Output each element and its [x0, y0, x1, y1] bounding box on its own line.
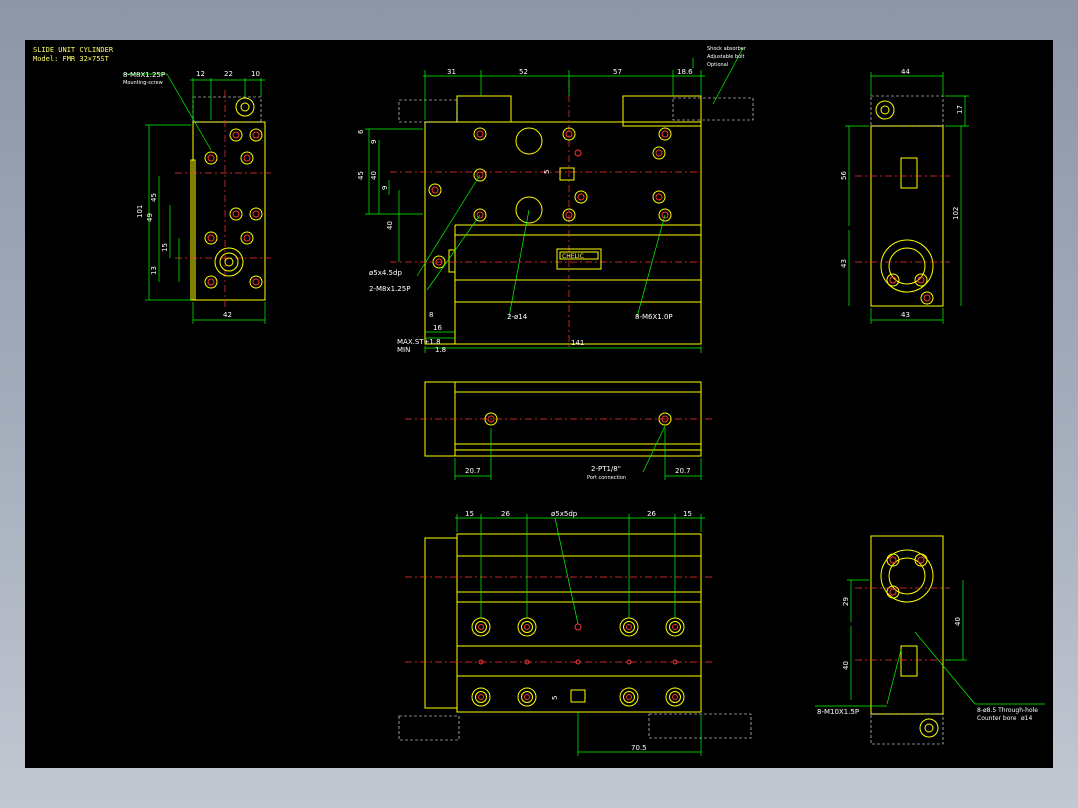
middle-view: [405, 381, 715, 480]
right-dim-44: 44: [901, 68, 910, 76]
middle-dim-left: 20.7: [465, 467, 481, 475]
front-legend-2: Adjustable bolt: [707, 54, 745, 60]
bottom-small-dim: 5: [551, 696, 559, 700]
middle-callout: 2-PT1/8": [591, 465, 621, 473]
left-side-view: [123, 73, 271, 324]
front-callout-2: 2-M8x1.25P: [369, 285, 410, 293]
front-min: MIN: [397, 346, 410, 354]
front-dim-8: 8: [429, 311, 433, 319]
front-dim-16: 16: [433, 324, 442, 332]
front-view: [365, 47, 754, 353]
right-side-view: [845, 72, 969, 324]
bottom-dim-26b: 26: [647, 510, 656, 518]
end-dim-29: 29: [842, 597, 850, 606]
end-dim-40a: 40: [842, 661, 850, 670]
left-dim-101: 101: [136, 205, 144, 218]
middle-view-labels: 20.7 20.7 2-PT1/8" Port connection: [465, 465, 691, 481]
front-dim-6: 6: [357, 129, 365, 134]
front-callout-3: 2-ø14: [507, 313, 528, 321]
front-dim-9b: 9: [381, 186, 389, 190]
front-legend-3: Optional: [707, 62, 728, 68]
end-view-labels: 29 40 40 8-M10X1.5P 8-ø8.5 Through-hole …: [817, 597, 1038, 722]
front-dim-31: 31: [447, 68, 456, 76]
front-dim-9: 9: [370, 140, 378, 144]
right-dim-102: 102: [952, 207, 960, 220]
left-callout-sub: Mounting-screw: [123, 80, 163, 86]
front-dim-141: 141: [571, 339, 584, 347]
front-dim-40a: 40: [370, 171, 378, 180]
front-min-value: 1.8: [435, 346, 446, 354]
left-dim-49: 49: [146, 213, 154, 222]
right-dim-56: 56: [840, 171, 848, 180]
left-dim-13: 13: [150, 266, 158, 275]
middle-callout-sub: Port connection: [587, 475, 626, 481]
front-dim-52: 52: [519, 68, 528, 76]
front-dim-45: 45: [357, 171, 365, 180]
cad-viewport[interactable]: SLIDE UNIT CYLINDER Model: FMR 32×75ST .…: [25, 40, 1053, 768]
bottom-dim-15a: 15: [465, 510, 474, 518]
front-dim-57: 57: [613, 68, 622, 76]
left-dim-45: 45: [150, 193, 158, 202]
bottom-view-labels: 15 26 26 15 ø5x5dp 5 70.5: [465, 510, 692, 752]
left-dim-bottom: 42: [223, 311, 232, 319]
front-callout-4: 8-M6X1.0P: [635, 313, 673, 321]
front-callout-1: ø5x4.5dp: [369, 269, 402, 277]
front-dim-40b: 40: [386, 221, 394, 230]
front-dim-18-6: 18.6: [677, 68, 693, 76]
left-dim-top-3: 10: [251, 70, 260, 78]
right-dim-43b: 43: [901, 311, 910, 319]
front-label-brand: CHELIC: [562, 253, 584, 260]
right-view-labels: 44 17 56 43 102 43: [840, 68, 964, 319]
cad-drawing: .o { stroke:#ffff00; stroke-width:1; fil…: [123, 46, 1045, 756]
right-dim-17: 17: [956, 105, 964, 114]
left-dim-15: 15: [161, 243, 169, 252]
bottom-dim-70-5: 70.5: [631, 744, 647, 752]
front-small-dim: 5: [543, 170, 551, 174]
end-dim-40b: 40: [954, 617, 962, 626]
front-view-labels: 31 52 57 18.6 6 9 45 40 9 40 8 16 141 MA…: [357, 46, 747, 354]
end-counter-bore: ø14: [1021, 715, 1032, 722]
right-dim-43a: 43: [840, 259, 848, 268]
end-callout-2: 8-ø8.5 Through-hole: [977, 707, 1038, 714]
left-dim-top-1: 12: [196, 70, 205, 78]
end-callout-1: 8-M10X1.5P: [817, 708, 859, 716]
left-dim-top-2: 22: [224, 70, 233, 78]
front-legend-1: Shock absorber: [707, 46, 747, 52]
bottom-dim-26a: 26: [501, 510, 510, 518]
middle-dim-right: 20.7: [675, 467, 691, 475]
bottom-view: [398, 514, 752, 756]
end-callout-3: Counter bore: [977, 715, 1017, 722]
bottom-dim-15b: 15: [683, 510, 692, 518]
left-callout: 8-M8X1.25P: [123, 71, 165, 79]
bottom-callout: ø5x5dp: [551, 510, 578, 518]
front-max-stroke: MAX.ST+1.8: [397, 338, 441, 346]
